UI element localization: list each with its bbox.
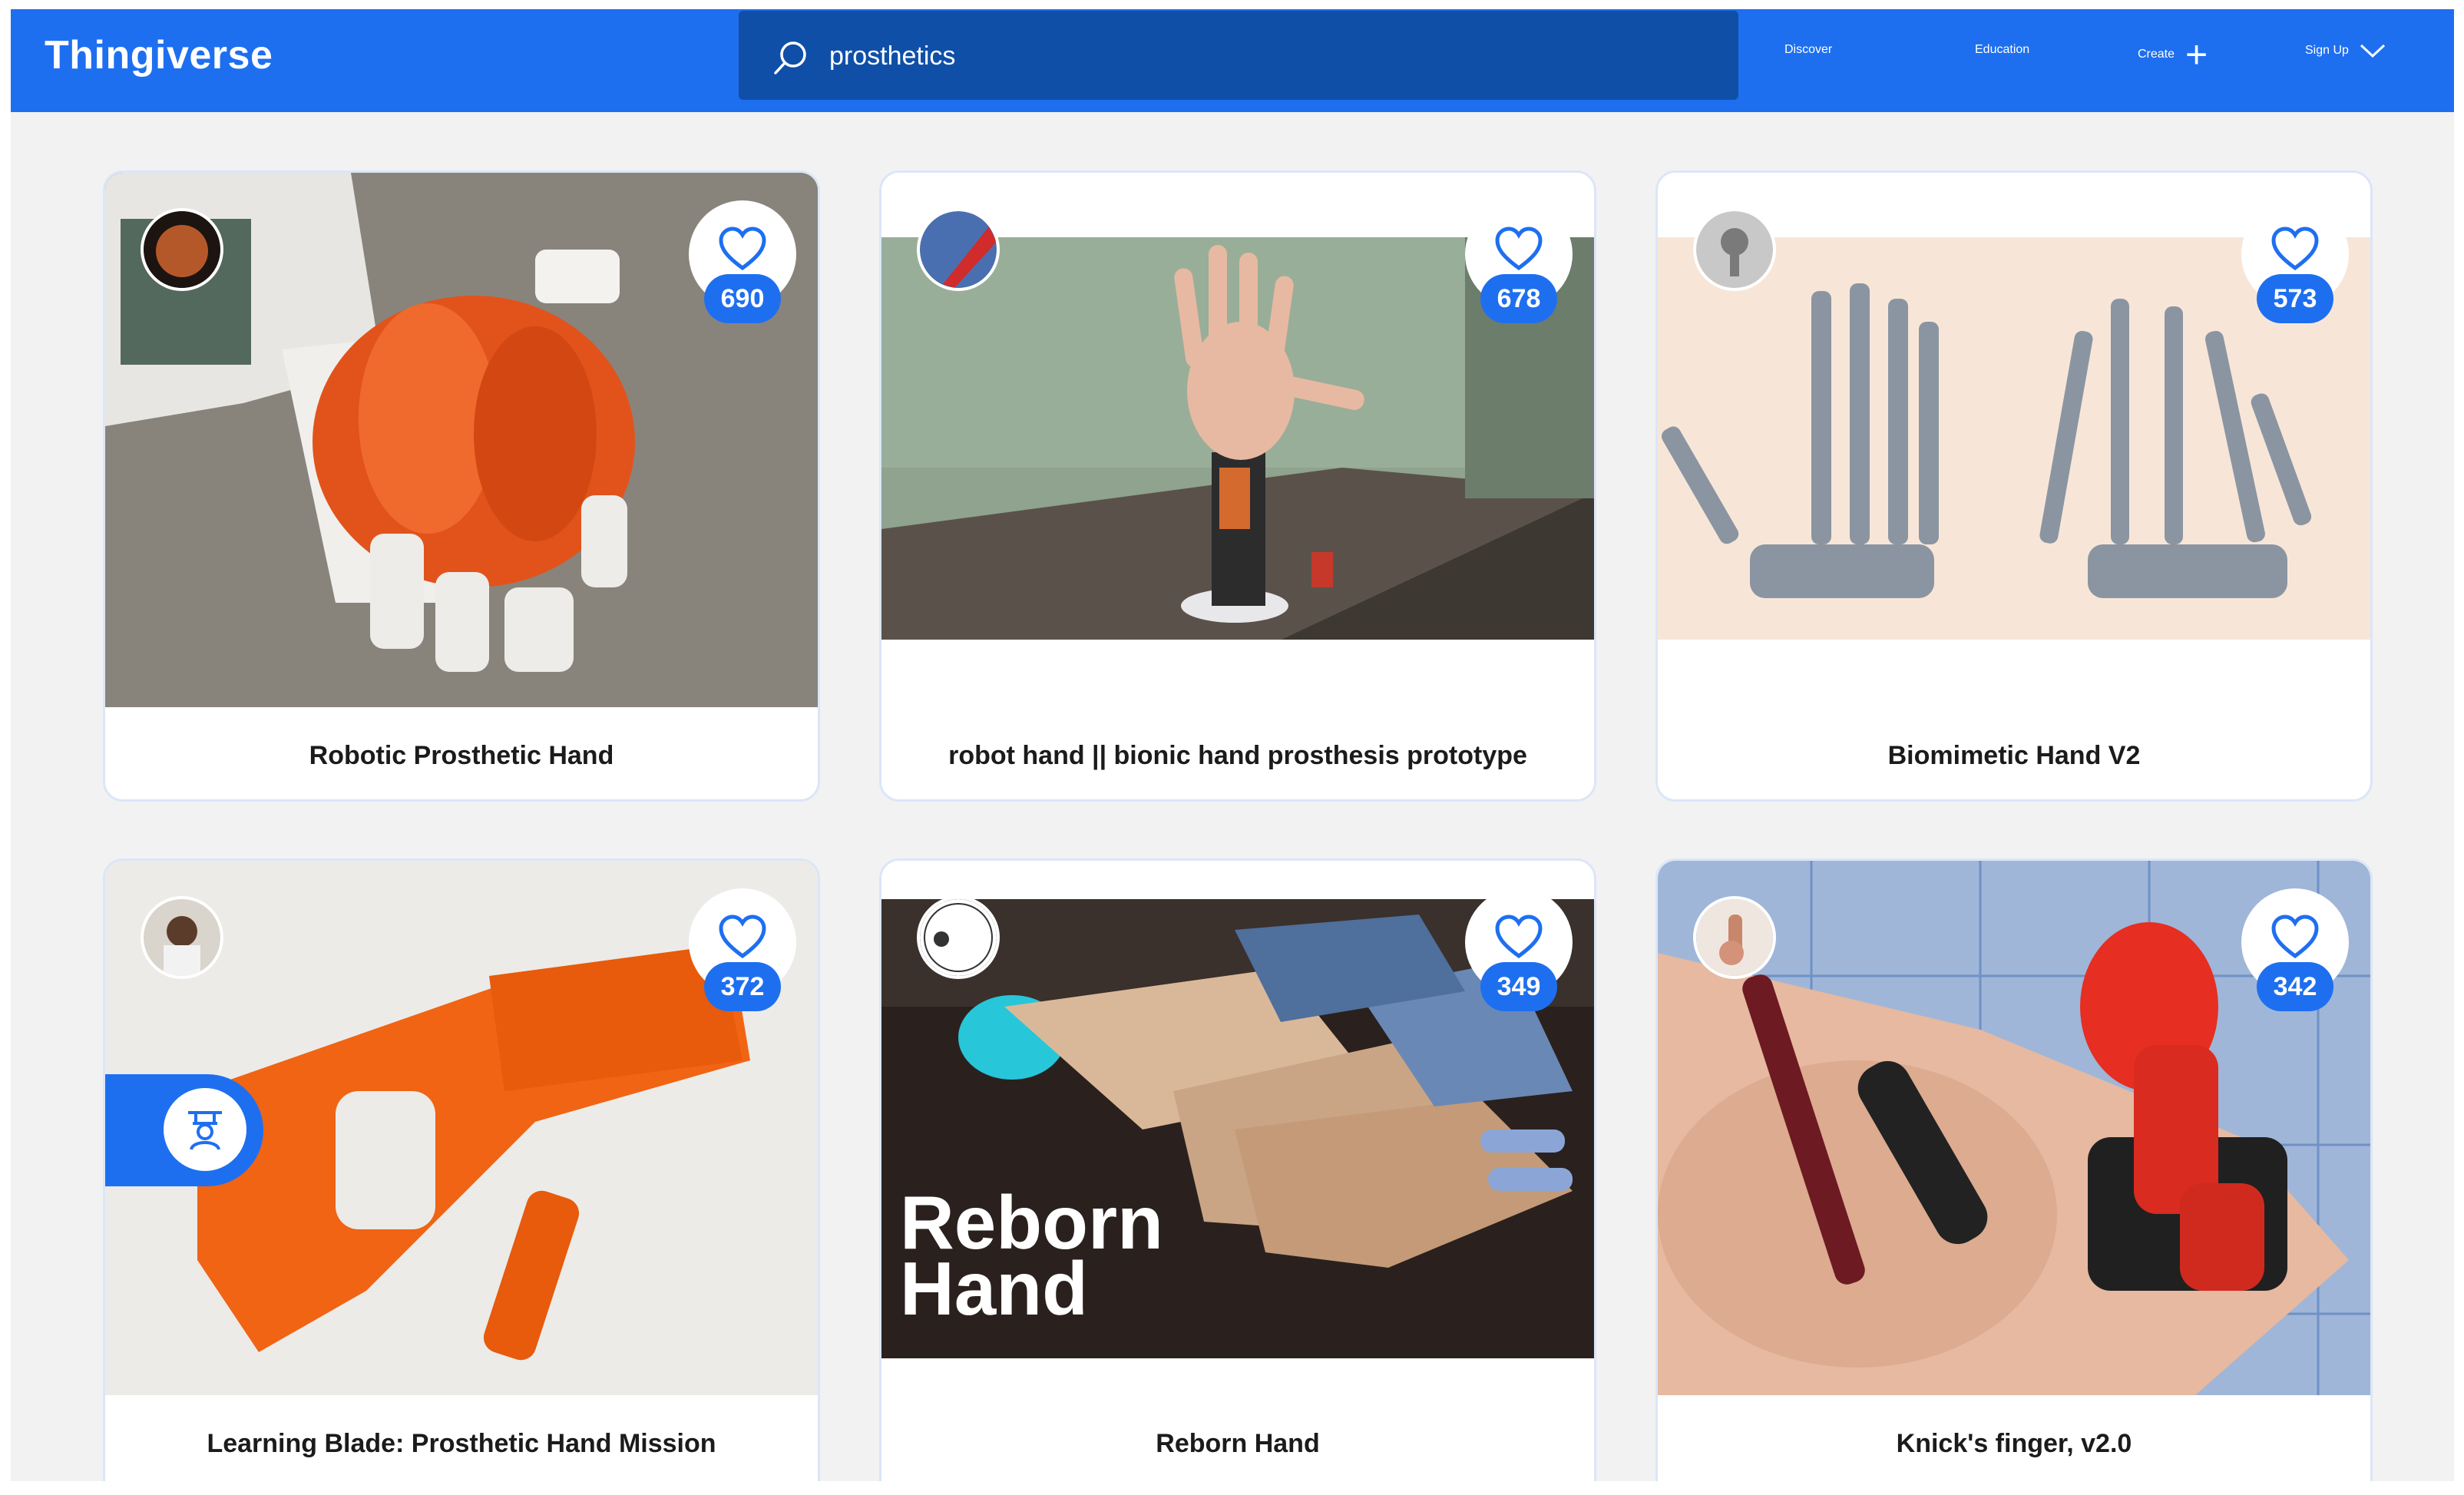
nav-create-label: Create (2138, 48, 2175, 61)
like-button[interactable]: 372 (689, 888, 796, 1011)
like-count: 690 (704, 274, 781, 323)
education-icon (164, 1088, 246, 1171)
heart-icon (719, 227, 766, 271)
thing-card[interactable]: 573 Biomimetic Hand V2 (1655, 170, 2373, 802)
thing-card[interactable]: 372 Learning Blade: Prosthetic Hand Miss… (103, 858, 820, 1481)
site-logo[interactable]: Thingiverse (45, 32, 273, 78)
nav-discover[interactable]: Discover (1784, 43, 1832, 57)
creator-avatar[interactable] (1693, 208, 1776, 291)
nav-create[interactable]: Create + (2138, 33, 2208, 76)
thing-card[interactable]: Reborn Hand 349 Reborn Hand (879, 858, 1596, 1481)
search-box[interactable] (739, 11, 1738, 100)
top-navigation-bar: Thingiverse Discover Education Create + … (11, 9, 2454, 112)
creator-avatar[interactable] (1693, 896, 1776, 979)
thing-card[interactable]: 342 Knick's finger, v2.0 (1655, 858, 2373, 1481)
education-badge[interactable] (105, 1074, 263, 1186)
thing-title[interactable]: Knick's finger, v2.0 (1658, 1429, 2370, 1459)
thing-title[interactable]: Reborn Hand (881, 1429, 1594, 1459)
like-count: 372 (704, 962, 781, 1011)
thing-title[interactable]: robot hand || bionic hand prosthesis pro… (881, 741, 1594, 771)
like-count: 678 (1480, 274, 1557, 323)
heart-icon (1495, 227, 1543, 271)
heart-icon (2271, 915, 2319, 959)
like-button[interactable]: 690 (689, 200, 796, 323)
page: Thingiverse Discover Education Create + … (11, 9, 2454, 1481)
thing-title[interactable]: Robotic Prosthetic Hand (105, 741, 818, 771)
like-count: 349 (1480, 962, 1557, 1011)
plus-icon: + (2185, 33, 2208, 76)
nav-education[interactable]: Education (1975, 43, 2029, 57)
nav-sign-up[interactable]: Sign Up (2305, 43, 2386, 58)
like-button[interactable]: 342 (2241, 888, 2349, 1011)
creator-avatar[interactable] (917, 208, 1000, 291)
like-count: 573 (2257, 274, 2333, 323)
heart-icon (719, 915, 766, 959)
image-overlay-text: Reborn Hand (900, 1180, 1163, 1331)
thing-card[interactable]: 690 Robotic Prosthetic Hand (103, 170, 820, 802)
heart-icon (2271, 227, 2319, 271)
creator-avatar[interactable] (141, 896, 223, 979)
like-button[interactable]: 573 (2241, 200, 2349, 323)
like-button[interactable]: 678 (1465, 200, 1573, 323)
search-input[interactable] (828, 31, 1675, 81)
search-icon (774, 41, 806, 74)
like-count: 342 (2257, 962, 2333, 1011)
heart-icon (1495, 915, 1543, 959)
nav-sign-up-label: Sign Up (2305, 44, 2349, 57)
creator-avatar[interactable] (917, 896, 1000, 979)
like-button[interactable]: 349 (1465, 888, 1573, 1011)
thing-title[interactable]: Learning Blade: Prosthetic Hand Mission (105, 1429, 818, 1459)
thing-card[interactable]: 678 robot hand || bionic hand prosthesis… (879, 170, 1596, 802)
thing-title[interactable]: Biomimetic Hand V2 (1658, 741, 2370, 771)
chevron-down-icon (2360, 44, 2385, 58)
creator-avatar[interactable] (141, 208, 223, 291)
